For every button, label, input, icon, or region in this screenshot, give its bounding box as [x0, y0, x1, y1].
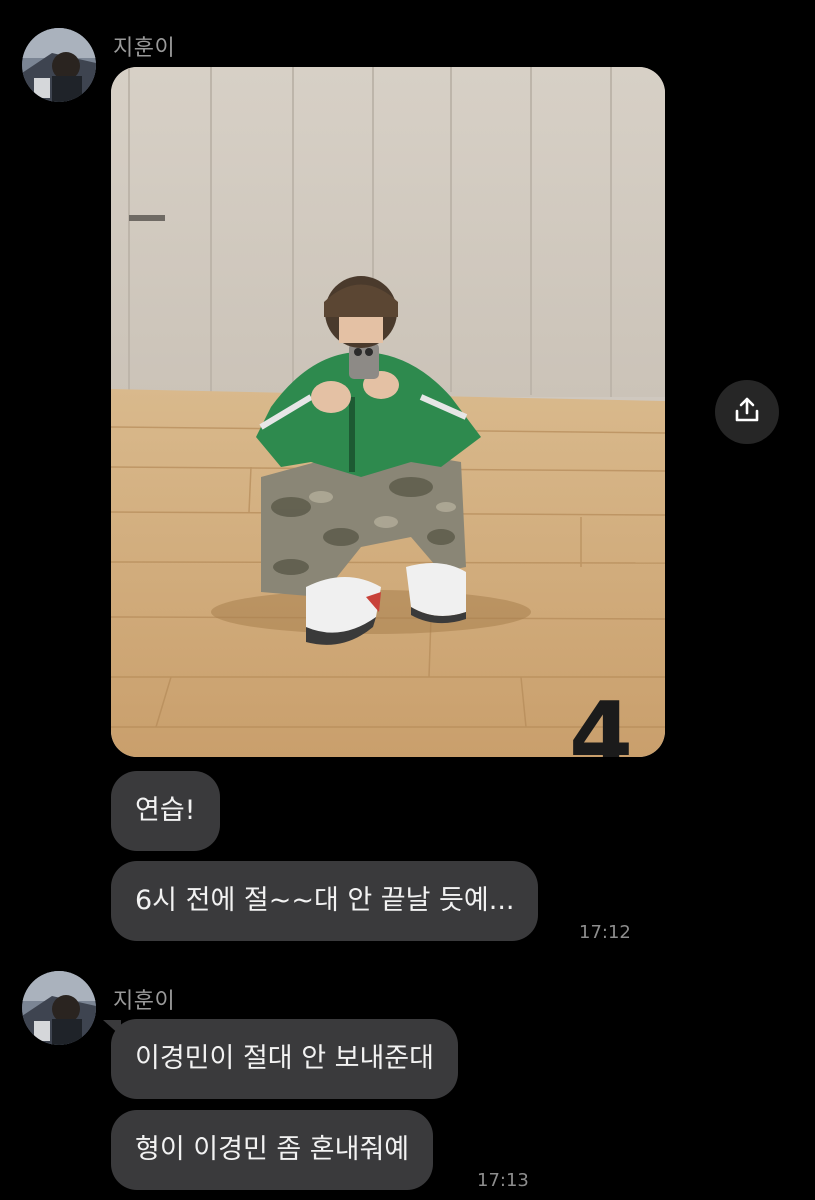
avatar[interactable]	[22, 28, 96, 102]
message-bubble[interactable]: 형이 이경민 좀 혼내줘예	[111, 1110, 434, 1190]
message-bubble[interactable]: 연습!	[111, 771, 220, 851]
sender-name: 지훈이	[113, 989, 176, 1014]
sender-name: 지훈이	[113, 36, 176, 61]
avatar[interactable]	[22, 971, 96, 1045]
message-bubble[interactable]: 6시 전에 절~~대 안 끝날 듯예...	[111, 861, 539, 941]
photo-overlay-number: 4	[569, 682, 633, 757]
message-timestamp: 17:13	[477, 1170, 529, 1191]
share-upload-icon	[732, 395, 762, 429]
message-bubble[interactable]: 이경민이 절대 안 보내준대	[111, 1019, 458, 1099]
photo-message[interactable]: 4	[111, 67, 665, 757]
share-button[interactable]	[715, 380, 779, 444]
message-timestamp: 17:12	[579, 922, 631, 943]
